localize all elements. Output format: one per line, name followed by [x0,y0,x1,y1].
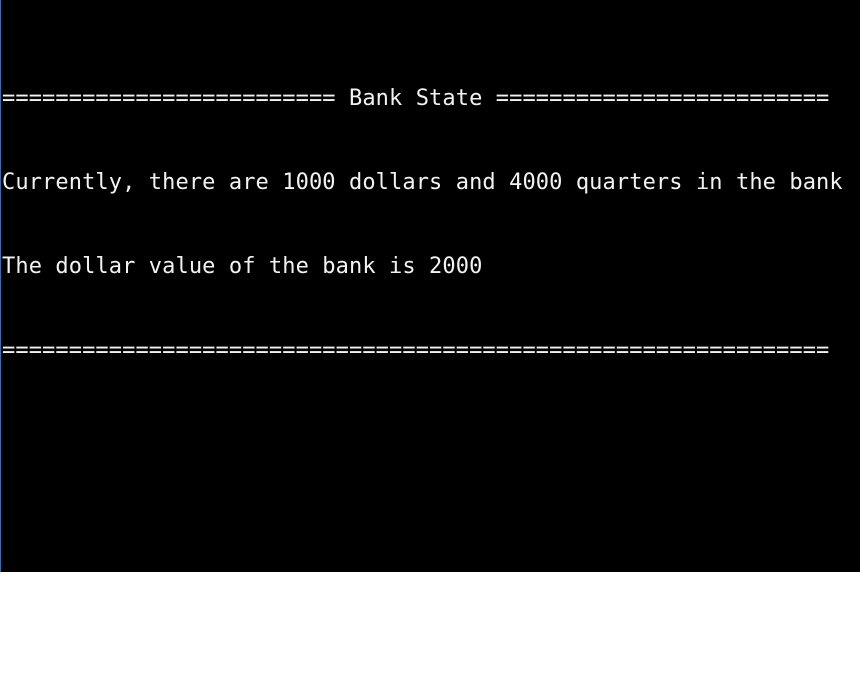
bank-state-header-line: ========================= Bank State ===… [2,86,830,111]
console-output: ========================= Bank State ===… [2,29,843,421]
bank-dollar-value-line: The dollar value of the bank is 2000 [2,254,483,279]
bank-holdings-line: Currently, there are 1000 dollars and 40… [2,170,843,195]
console-window: ========================= Bank State ===… [0,0,860,572]
separator-line: ========================================… [2,338,830,363]
blank-area [0,572,860,675]
